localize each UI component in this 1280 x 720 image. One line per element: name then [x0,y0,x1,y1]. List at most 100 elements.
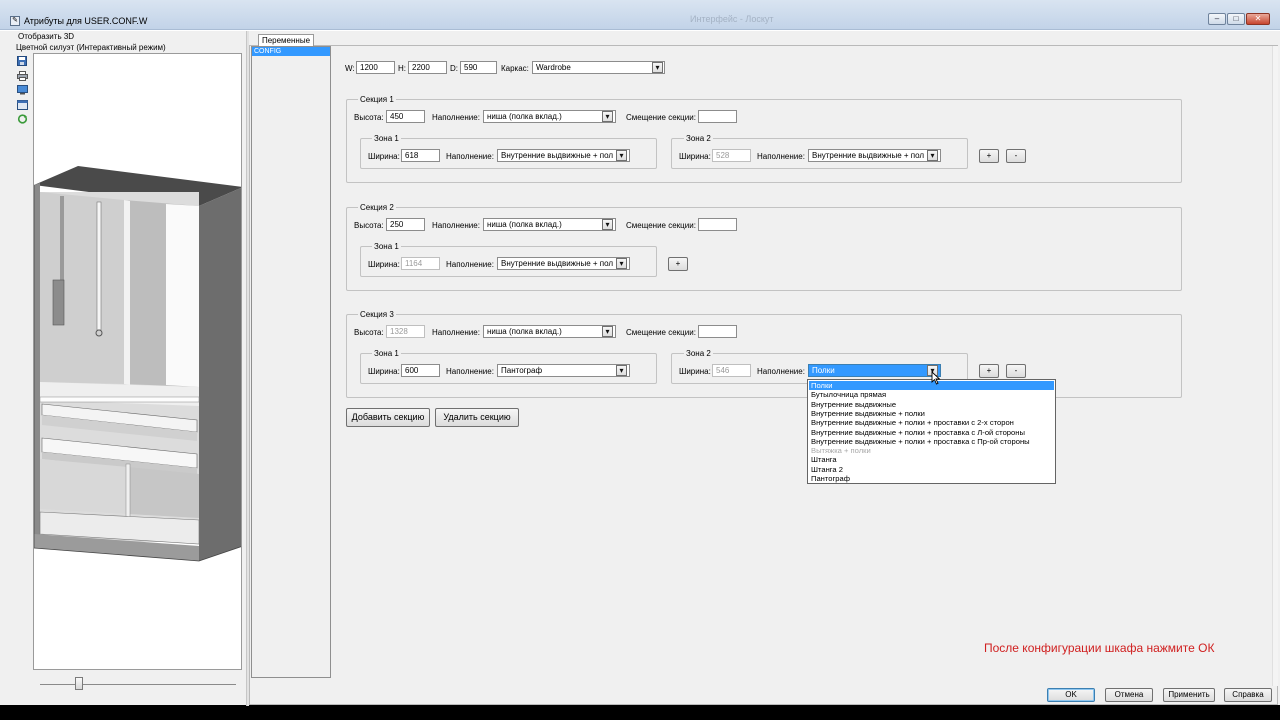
section-2-zone-1-width-label: Ширина: [368,260,400,269]
cancel-button[interactable]: Отмена [1105,688,1153,702]
section-3-add-zone-button[interactable]: + [979,364,999,378]
section-3-zone-2-width-label: Ширина: [679,367,711,376]
show-3d-menu[interactable]: Отобразить 3D [18,32,74,41]
section-3-zone-1-width-label: Ширина: [368,367,400,376]
tree-item-config[interactable]: CONFIG [252,47,330,56]
section-1-zone-2-fill-select[interactable]: Внутренние выдвижные + пол [808,149,941,162]
config-tree [251,46,331,678]
minimize-button[interactable]: – [1208,13,1226,25]
section-3-offset-label: Смещение секции: [626,328,696,337]
section-2-zone-1-fill-select[interactable]: Внутренние выдвижные + пол [497,257,630,270]
d-field[interactable]: 590 [460,61,497,74]
section-1-zone-2-fill-label: Наполнение: [757,152,805,161]
zoom-slider-track[interactable] [40,684,236,685]
section-1-remove-zone-button[interactable]: - [1006,149,1026,163]
ok-button[interactable]: OK [1047,688,1095,702]
section-2-title: Секция 2 [358,203,396,212]
section-3-zone-1-fill-label: Наполнение: [446,367,494,376]
section-2-add-zone-button[interactable]: + [668,257,688,271]
dropdown-option[interactable]: Внутренние выдвижные + полки + проставка… [809,437,1054,446]
section-1-height-field[interactable]: 450 [386,110,425,123]
section-3-fill-select[interactable]: ниша (полка вклад.) [483,325,616,338]
section-1-height-label: Высота: [354,113,384,122]
dropdown-option[interactable]: Внутренние выдвижные [809,400,1054,409]
apply-button[interactable]: Применить [1163,688,1215,702]
window-icon[interactable] [16,100,28,111]
vertical-scrollbar[interactable] [1272,46,1278,686]
section-3-zone-1-fill-select[interactable]: Пантограф [497,364,630,377]
chevron-down-icon[interactable]: ▾ [602,111,613,122]
frame-label: Каркас: [501,64,529,73]
screen-bottom-bar [0,705,1280,720]
section-2-offset-label: Смещение секции: [626,221,696,230]
close-button[interactable]: ✕ [1246,13,1270,25]
chevron-down-icon[interactable]: ▾ [602,219,613,230]
section-2-height-label: Высота: [354,221,384,230]
chevron-down-icon[interactable]: ▾ [616,150,627,161]
wardrobe-3d-model [34,166,241,562]
section-2-offset-field[interactable] [698,218,737,231]
section-3-zone-1-width-field[interactable]: 600 [401,364,440,377]
section-3-height-field: 1328 [386,325,425,338]
section-1-zone-2-width-field: 528 [712,149,751,162]
render-mode-label: Цветной силуэт (Интерактивный режим) [16,43,166,52]
refresh-icon[interactable] [16,114,28,125]
section-2-fill-select[interactable]: ниша (полка вклад.) [483,218,616,231]
section-3-height-label: Высота: [354,328,384,337]
3d-viewport[interactable] [33,53,242,670]
print-icon[interactable] [16,71,28,82]
section-3-zone-1-title: Зона 1 [372,349,401,358]
save-icon[interactable] [16,56,28,67]
chevron-down-icon[interactable]: ▾ [616,365,627,376]
background-window-title: Интерфейс - Лоскут [690,14,774,24]
w-field[interactable]: 1200 [356,61,395,74]
dropdown-option[interactable]: Пантограф [809,474,1054,483]
chevron-down-icon[interactable]: ▾ [616,258,627,269]
w-label: W: [345,64,355,73]
monitor-icon[interactable] [16,85,28,96]
dropdown-option[interactable]: Внутренние выдвижные + полки + проставка… [809,428,1054,437]
section-1-fill-select[interactable]: ниша (полка вклад.) [483,110,616,123]
section-3-offset-field[interactable] [698,325,737,338]
dropdown-option: Вытяжка + полки [811,446,871,456]
section-1-zone-2-width-label: Ширина: [679,152,711,161]
section-3-zone-2-title: Зона 2 [684,349,713,358]
maximize-button[interactable]: □ [1227,13,1245,25]
chevron-down-icon[interactable]: ▾ [927,150,938,161]
section-1-offset-field[interactable] [698,110,737,123]
section-1-offset-label: Смещение секции: [626,113,696,122]
chevron-down-icon[interactable]: ▾ [652,62,663,73]
section-1-zone-1-width-label: Ширина: [368,152,400,161]
section-3-remove-zone-button[interactable]: - [1006,364,1026,378]
add-section-button[interactable]: Добавить секцию [346,408,430,427]
section-1-add-zone-button[interactable]: + [979,149,999,163]
section-2-zone-1-width-field: 1164 [401,257,440,270]
window-title: Атрибуты для USER.CONF.W [24,16,148,26]
dropdown-option[interactable]: Внутренние выдвижные + полки + проставки… [809,418,1054,427]
section-1-title: Секция 1 [358,95,396,104]
section-1-zone-1-width-field[interactable]: 618 [401,149,440,162]
section-3-zone-2-fill-label: Наполнение: [757,367,805,376]
section-1-fill-label: Наполнение: [432,113,480,122]
frame-select[interactable]: Wardrobe [532,61,665,74]
title-bar[interactable] [0,0,1280,30]
d-label: D: [450,64,458,73]
dropdown-option[interactable]: Бутылочница прямая [809,390,1054,399]
section-3-zone-2-fill-select[interactable]: Полки [808,364,941,377]
section-2-height-field[interactable]: 250 [386,218,425,231]
section-1-zone-1-fill-select[interactable]: Внутренние выдвижные + пол [497,149,630,162]
zoom-slider-thumb[interactable] [75,677,84,690]
fill-options-dropdown[interactable]: Полки Бутылочница прямая Внутренние выдвиж… [807,379,1056,484]
dropdown-option[interactable]: Штанга [809,455,1054,464]
mouse-cursor-icon [931,371,941,385]
instruction-hint: После конфигурации шкафа нажмите ОК [984,641,1215,655]
h-label: H: [398,64,406,73]
section-2-zone-1-fill-label: Наполнение: [446,260,494,269]
tab-variables[interactable]: Переменные [258,34,314,46]
chevron-down-icon[interactable]: ▾ [602,326,613,337]
dropdown-option[interactable]: Внутренние выдвижные + полки [809,409,1054,418]
remove-section-button[interactable]: Удалить секцию [435,408,519,427]
help-button[interactable]: Справка [1224,688,1272,702]
dropdown-option[interactable]: Штанга 2 [809,465,1054,474]
h-field[interactable]: 2200 [408,61,447,74]
